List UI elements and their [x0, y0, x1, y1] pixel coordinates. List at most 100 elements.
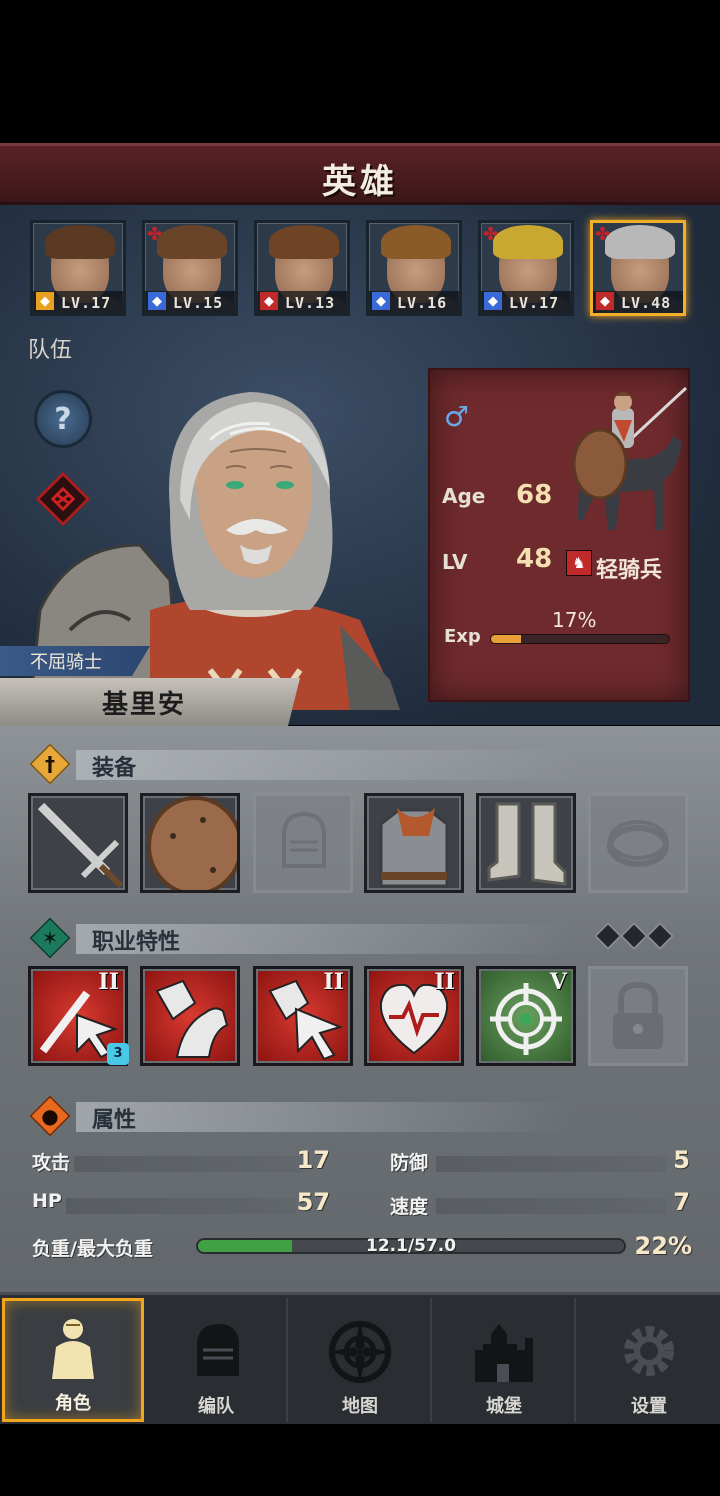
tab-character[interactable]: 角色 — [2, 1298, 144, 1422]
knight-icon — [52, 1319, 94, 1379]
gender-icon: ♂ — [444, 400, 470, 433]
speed-label: 速度 — [390, 1196, 429, 1218]
page-title: 英雄 — [322, 162, 398, 202]
lock-icon — [613, 981, 663, 1049]
weapon-slot[interactable] — [28, 793, 128, 893]
tab-character-label: 角色 — [55, 1393, 91, 1414]
shield-horse-icon — [155, 979, 229, 1058]
castle-icon — [475, 1324, 533, 1382]
exp-label: Exp — [444, 626, 481, 647]
team-label: 队伍 — [28, 338, 73, 363]
hero-slot-2[interactable]: ✤ ◆ LV.15 — [142, 220, 238, 316]
attributes-header: ● 属性 — [29, 1095, 590, 1137]
trait-1-badge: 3 — [107, 1043, 129, 1065]
helmet-slot[interactable] — [253, 793, 353, 893]
hero-level: LV.17 — [61, 294, 112, 312]
tab-squad-label: 编队 — [198, 1396, 234, 1417]
trait-slot-1[interactable]: II 3 — [28, 966, 129, 1066]
tab-castle-label: 城堡 — [486, 1396, 522, 1417]
hero-slot-6[interactable]: ✤ ◆ LV.48 — [590, 220, 686, 316]
age-value: 68 — [516, 480, 553, 510]
hero-slot-4[interactable]: ◆ LV.16 — [366, 220, 462, 316]
age-label: Age — [442, 484, 486, 508]
equipment-label: 装备 — [92, 756, 137, 781]
cross-icon: † — [45, 752, 55, 776]
guild-flag-icon: ✤ — [483, 224, 499, 245]
load-bar-fill — [198, 1240, 292, 1252]
level-value: 48 — [516, 544, 553, 574]
person-icon: ● — [41, 1104, 59, 1128]
helmet-squad-icon — [197, 1324, 239, 1376]
trait-slot-2[interactable] — [140, 966, 240, 1066]
equipment-header: † 装备 — [29, 743, 590, 785]
exp-bar-fill — [491, 635, 522, 643]
exp-bar — [490, 634, 670, 644]
tab-squad[interactable]: 编队 — [146, 1298, 288, 1422]
class-icon: ◆ — [35, 291, 55, 311]
hero-title-badge: 不屈骑士 — [0, 646, 150, 676]
exp-percent: 17% — [552, 608, 597, 632]
load-label: 负重/最大负重 — [32, 1238, 153, 1260]
trait-slot-3[interactable]: II — [253, 966, 353, 1066]
round-shield-icon — [147, 796, 243, 896]
hero-slot-1[interactable]: ◆ LV.17 — [30, 220, 126, 316]
class-icon: ◆ — [483, 291, 503, 311]
guild-flag-icon: ✤ — [147, 224, 163, 245]
hero-level: LV.13 — [285, 294, 336, 312]
hp-value: 57 — [296, 1188, 330, 1216]
level-label: LV — [442, 550, 468, 574]
hero-level: LV.48 — [621, 294, 672, 312]
sword-icon — [37, 802, 124, 889]
tab-castle[interactable]: 城堡 — [434, 1298, 576, 1422]
tab-settings-label: 设置 — [631, 1396, 667, 1417]
class-icon: ◆ — [595, 291, 615, 311]
defense-value: 5 — [673, 1146, 690, 1174]
cavalry-unit-icon — [572, 386, 688, 530]
trait-4-rank: II — [434, 969, 455, 995]
hero-info-panel: ♂ Age 68 LV 48 ♞ 轻骑兵 17% Exp — [428, 368, 690, 702]
ring-icon — [607, 820, 669, 867]
hp-label: HP — [32, 1190, 62, 1212]
attack-label: 攻击 — [32, 1152, 71, 1174]
class-icon: ◆ — [371, 291, 391, 311]
trait-slot-5[interactable]: V — [476, 966, 576, 1066]
shield-slot[interactable] — [140, 793, 243, 896]
load-value: 12.1/57.0 — [366, 1236, 457, 1256]
class-icon: ◆ — [259, 291, 279, 311]
traits-label: 职业特性 — [92, 930, 181, 955]
trait-3-rank: II — [323, 969, 344, 995]
defense-label: 防御 — [390, 1152, 429, 1174]
class-name: 轻骑兵 — [596, 558, 663, 583]
attack-value: 17 — [296, 1146, 330, 1174]
hero-slot-3[interactable]: ◆ LV.13 — [254, 220, 350, 316]
tab-settings[interactable]: 设置 — [578, 1298, 720, 1422]
star-icon: ✶ — [41, 926, 59, 950]
trait-slot-locked[interactable] — [588, 966, 688, 1066]
hero-name: 基里安 — [102, 690, 187, 720]
tab-map[interactable]: 地图 — [290, 1298, 432, 1422]
trait-pips — [593, 921, 675, 951]
hero-level: LV.15 — [173, 294, 224, 312]
helmet-icon — [282, 811, 326, 868]
light-cavalry-icon: ♞ — [566, 550, 592, 576]
chain-boots-icon — [487, 802, 567, 886]
class-icon: ◆ — [147, 291, 167, 311]
armor-slot[interactable] — [364, 793, 464, 893]
compass-icon — [328, 1320, 392, 1384]
hero-level: LV.16 — [397, 294, 448, 312]
hero-title: 不屈骑士 — [30, 652, 102, 673]
hero-slot-5[interactable]: ✤ ◆ LV.17 — [478, 220, 574, 316]
ring-slot[interactable] — [588, 793, 688, 893]
chainmail-armor-icon — [379, 808, 449, 888]
boots-slot[interactable] — [476, 793, 576, 893]
speed-value: 7 — [673, 1188, 690, 1216]
tab-map-label: 地图 — [342, 1396, 378, 1417]
trait-5-rank: V — [549, 969, 567, 995]
guild-flag-icon: ✤ — [595, 224, 611, 245]
attributes-label: 属性 — [92, 1108, 137, 1133]
trait-slot-4[interactable]: II — [364, 966, 464, 1066]
hero-name-banner[interactable]: 基里安 — [0, 678, 300, 726]
trait-1-rank: II — [98, 969, 119, 995]
traits-header: ✶ 职业特性 — [29, 917, 590, 959]
load-percent: 22% — [634, 1232, 692, 1260]
